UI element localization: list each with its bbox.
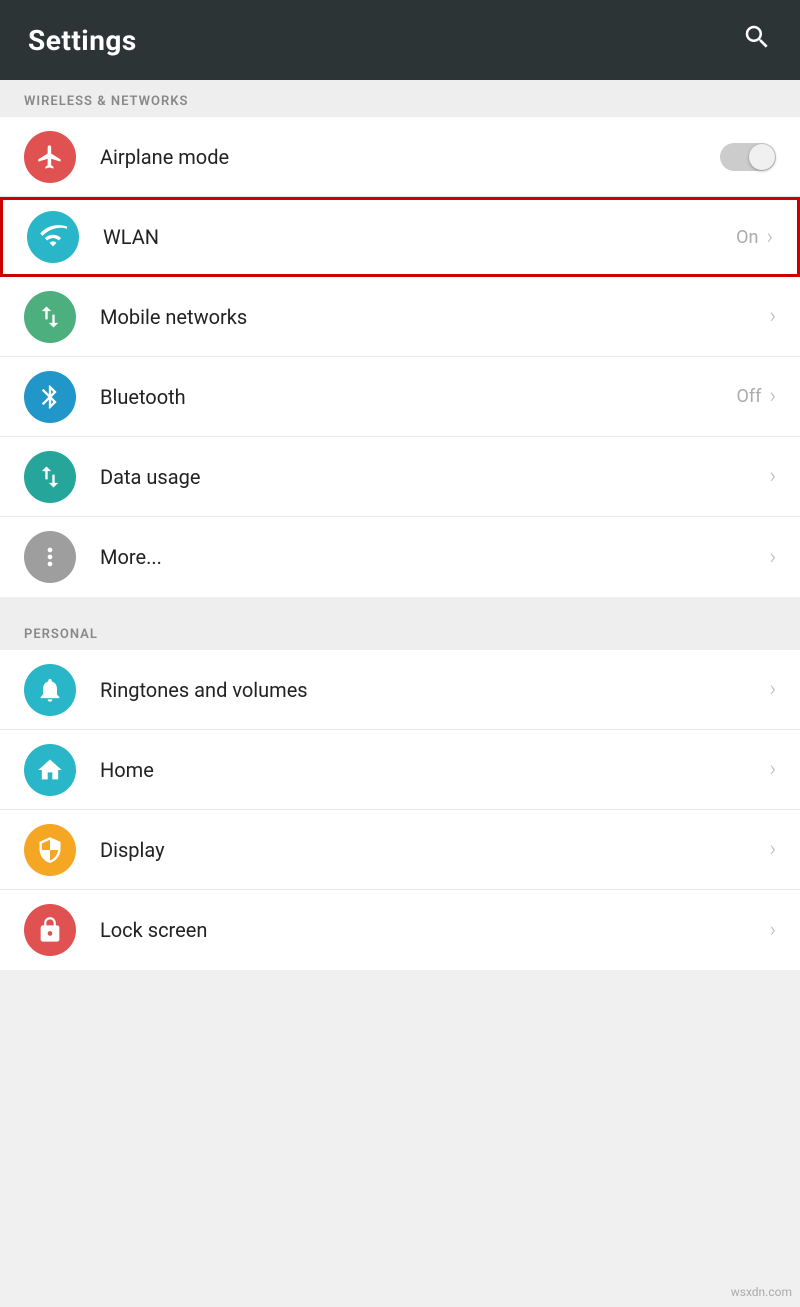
display-icon <box>24 824 76 876</box>
airplane-mode-toggle[interactable] <box>720 143 776 171</box>
display-label: Display <box>100 838 769 862</box>
mobile-networks-label: Mobile networks <box>100 305 769 329</box>
lock-icon <box>24 904 76 956</box>
mobile-icon <box>24 291 76 343</box>
settings-item-wlan[interactable]: WLANOn › <box>0 197 800 277</box>
more-icon <box>24 531 76 583</box>
section-gap <box>0 597 800 613</box>
lock-screen-label: Lock screen <box>100 918 769 942</box>
wifi-icon <box>27 211 79 263</box>
section-list-0: Airplane modeWLANOn›Mobile networks›Blue… <box>0 117 800 597</box>
settings-item-display[interactable]: Display› <box>0 810 800 890</box>
settings-item-airplane-mode[interactable]: Airplane mode <box>0 117 800 197</box>
section-label-0: WIRELESS & NETWORKS <box>0 80 800 117</box>
bluetooth-label: Bluetooth <box>100 385 737 409</box>
more-chevron-icon: › <box>769 545 776 570</box>
settings-item-mobile-networks[interactable]: Mobile networks› <box>0 277 800 357</box>
bluetooth-icon <box>24 371 76 423</box>
home-chevron-icon: › <box>769 757 776 782</box>
settings-item-bluetooth[interactable]: BluetoothOff › <box>0 357 800 437</box>
ringtones-chevron-icon: › <box>769 677 776 702</box>
watermark: wsxdn.com <box>731 1285 792 1299</box>
home-label: Home <box>100 758 769 782</box>
page-title: Settings <box>28 24 137 57</box>
bluetooth-chevron-icon: › <box>769 384 776 409</box>
search-icon[interactable] <box>742 22 772 59</box>
data-icon <box>24 451 76 503</box>
airplane-mode-label: Airplane mode <box>100 145 720 169</box>
data-usage-label: Data usage <box>100 465 769 489</box>
settings-item-ringtones[interactable]: Ringtones and volumes› <box>0 650 800 730</box>
section-label-1: PERSONAL <box>0 613 800 650</box>
wlan-status: On <box>736 227 758 248</box>
bell-icon <box>24 664 76 716</box>
ringtones-label: Ringtones and volumes <box>100 678 769 702</box>
settings-item-lock-screen[interactable]: Lock screen› <box>0 890 800 970</box>
section-list-1: Ringtones and volumes›Home›Display›Lock … <box>0 650 800 970</box>
settings-item-home[interactable]: Home› <box>0 730 800 810</box>
wlan-chevron-icon: › <box>766 225 773 250</box>
wlan-label: WLAN <box>103 225 736 249</box>
data-usage-chevron-icon: › <box>769 464 776 489</box>
home-icon <box>24 744 76 796</box>
more-label: More... <box>100 545 769 569</box>
bluetooth-status: Off <box>737 386 762 407</box>
airplane-icon <box>24 131 76 183</box>
settings-item-data-usage[interactable]: Data usage› <box>0 437 800 517</box>
mobile-networks-chevron-icon: › <box>769 304 776 329</box>
lock-screen-chevron-icon: › <box>769 918 776 943</box>
settings-container: WIRELESS & NETWORKSAirplane modeWLANOn›M… <box>0 80 800 970</box>
display-chevron-icon: › <box>769 837 776 862</box>
app-header: Settings <box>0 0 800 80</box>
settings-item-more[interactable]: More...› <box>0 517 800 597</box>
